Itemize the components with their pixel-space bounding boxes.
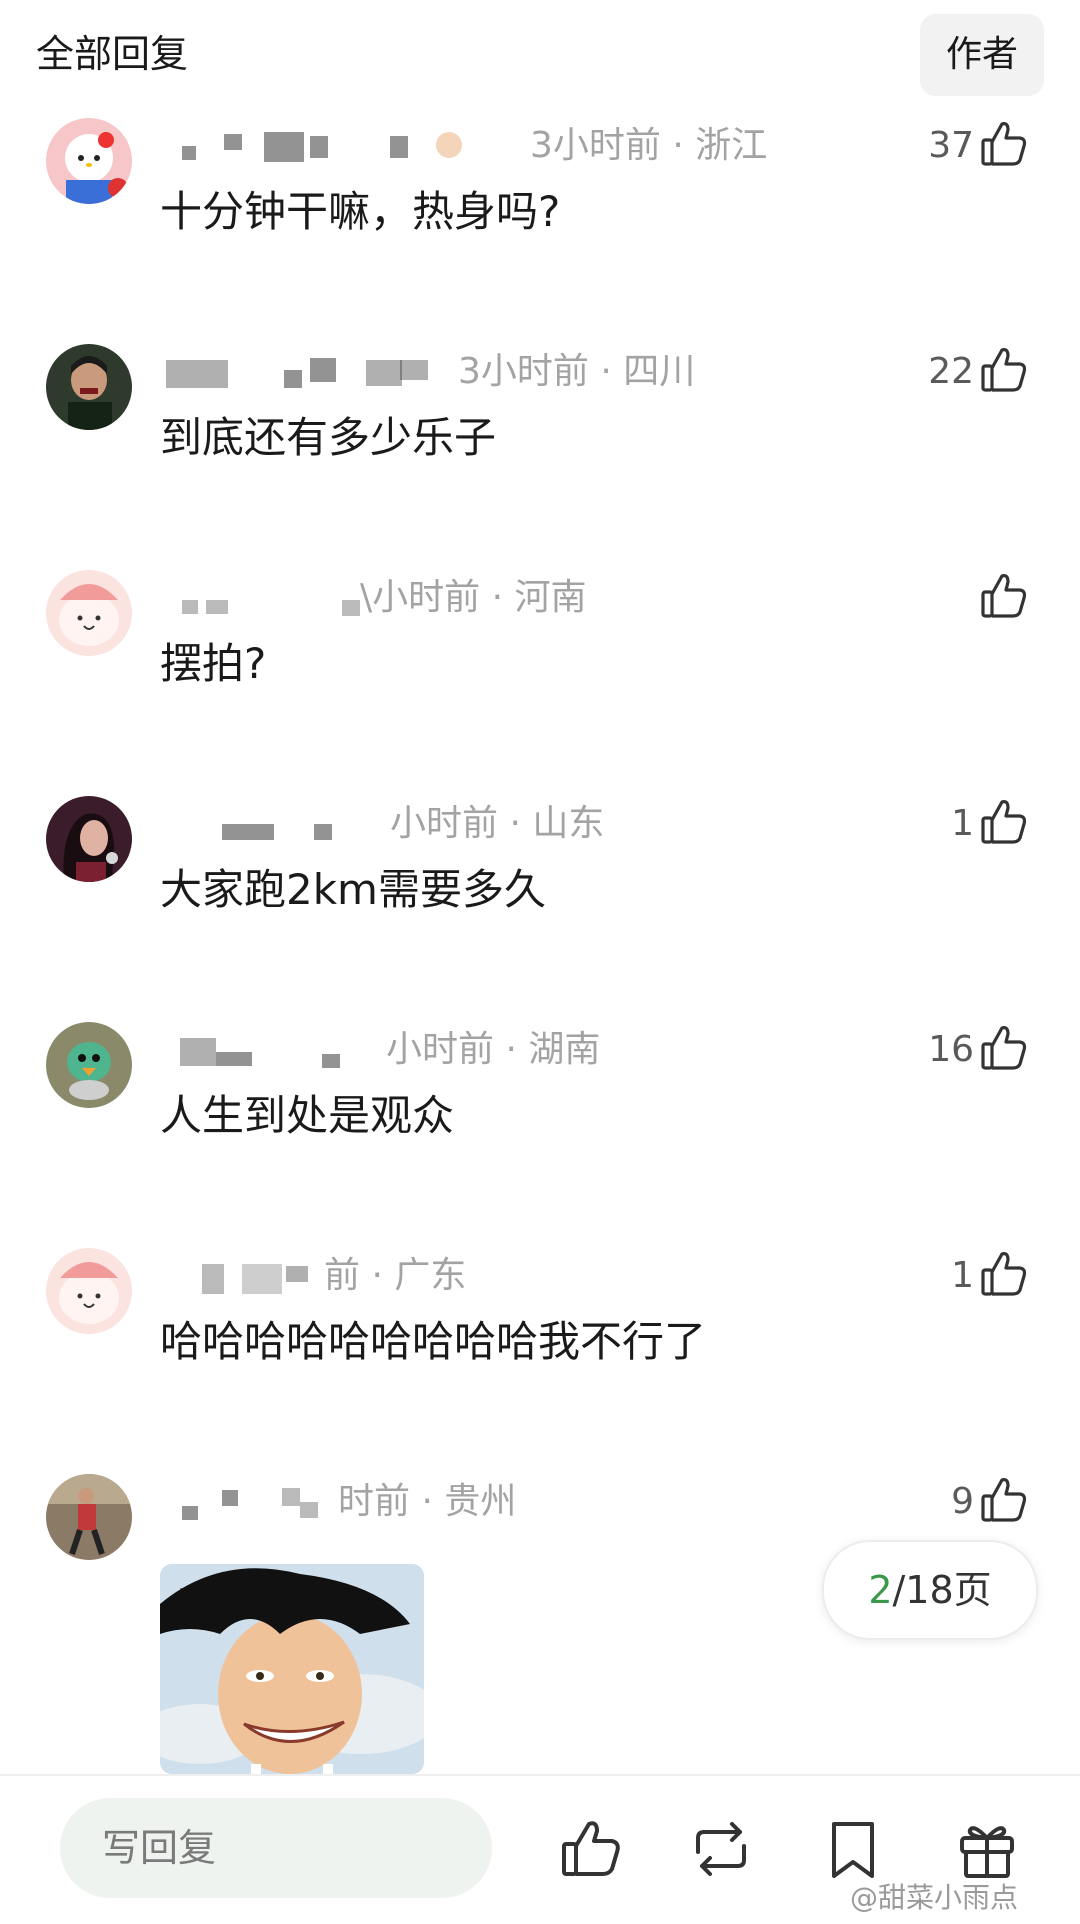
comment-header: \小时前 · 河南	[160, 574, 920, 622]
bookmark-icon[interactable]	[820, 1816, 886, 1882]
repost-icon[interactable]	[688, 1816, 754, 1882]
comment-text: 摆拍?	[160, 639, 267, 688]
blurred-username	[160, 800, 370, 848]
comment-meta: 小时前 · 湖南	[386, 1029, 601, 1070]
like-count: 1	[951, 1255, 974, 1296]
thumbs-up-icon[interactable]	[978, 344, 1030, 396]
like-count: 1	[951, 803, 974, 844]
comment-header: 前 · 广东	[160, 1252, 920, 1300]
person-street-avatar[interactable]	[46, 1474, 132, 1560]
comment-item: \小时前 · 河南 摆拍?	[0, 570, 1080, 770]
like-count: 37	[928, 125, 974, 166]
blurred-username	[160, 1026, 360, 1074]
gift-icon[interactable]	[954, 1816, 1020, 1882]
like-count: 16	[928, 1029, 974, 1070]
meme-sticker-image[interactable]	[160, 1564, 424, 1774]
person-avatar[interactable]	[46, 344, 132, 430]
comment-header: 小时前 · 山东	[160, 800, 920, 848]
comment-meta: 小时前 · 山东	[390, 803, 605, 844]
thumbs-up-icon[interactable]	[978, 796, 1030, 848]
green-bird-avatar[interactable]	[46, 1022, 132, 1108]
thumbs-up-icon[interactable]	[978, 570, 1030, 622]
comment-item: 小时前 · 山东 1 大家跑2km需要多久	[0, 796, 1080, 996]
blurred-username	[160, 1478, 320, 1526]
blurred-username	[160, 348, 450, 396]
comment-item: 小时前 · 湖南 16 人生到处是观众	[0, 1022, 1080, 1222]
comment-text: 人生到处是观众	[160, 1091, 455, 1140]
blurred-username	[160, 1252, 330, 1300]
thumbs-up-icon[interactable]	[978, 1474, 1030, 1526]
author-filter-button[interactable]: 作者	[920, 14, 1044, 96]
comment-page: 全部回复 作者 3小时前 · 浙江 37 十分钟干嘛，热身吗? 3小时前 · 四…	[0, 0, 1080, 1924]
comment-meta: 3小时前 · 浙江	[530, 125, 768, 166]
watermark: @甜菜小雨点	[850, 1881, 1019, 1914]
comment-text: 哈哈哈哈哈哈哈哈哈我不行了	[160, 1317, 707, 1366]
pink-cartoon-avatar[interactable]	[46, 1248, 132, 1334]
current-page-number: 2	[868, 1568, 893, 1612]
comment-header: 3小时前 · 浙江	[160, 122, 920, 170]
page-title: 全部回复	[36, 32, 189, 76]
comment-text: 十分钟干嘛，热身吗?	[160, 187, 561, 236]
comment-item: 前 · 广东 1 哈哈哈哈哈哈哈哈哈我不行了	[0, 1248, 1080, 1448]
like-count: 9	[951, 1481, 974, 1522]
comment-meta: 时前 · 贵州	[338, 1481, 517, 1522]
blurred-username	[160, 122, 462, 170]
comment-header: 3小时前 · 四川	[160, 348, 920, 396]
comment-meta: 前 · 广东	[324, 1255, 467, 1296]
woman-singer-avatar[interactable]	[46, 796, 132, 882]
comment-item: 3小时前 · 浙江 37 十分钟干嘛，热身吗?	[0, 118, 1080, 318]
pink-cartoon-avatar[interactable]	[46, 570, 132, 656]
comment-meta: \小时前 · 河南	[360, 577, 587, 618]
comment-text: 到底还有多少乐子	[160, 413, 497, 462]
header: 全部回复 作者	[0, 0, 1080, 110]
comment-item: 3小时前 · 四川 22 到底还有多少乐子	[0, 344, 1080, 544]
thumbs-up-icon[interactable]	[978, 118, 1030, 170]
comment-text: 大家跑2km需要多久	[160, 865, 546, 914]
page-indicator[interactable]: 2/18页	[822, 1540, 1038, 1640]
thumbs-up-icon[interactable]	[978, 1022, 1030, 1074]
blurred-username	[160, 574, 370, 622]
hello-kitty-avatar[interactable]	[46, 118, 132, 204]
comment-meta: 3小时前 · 四川	[458, 351, 696, 392]
comment-header: 时前 · 贵州	[160, 1478, 920, 1526]
like-icon[interactable]	[558, 1816, 624, 1882]
like-count: 22	[928, 351, 974, 392]
comment-header: 小时前 · 湖南	[160, 1026, 920, 1074]
total-pages-label: /18页	[892, 1568, 992, 1612]
thumbs-up-icon[interactable]	[978, 1248, 1030, 1300]
reply-input[interactable]	[60, 1798, 492, 1898]
